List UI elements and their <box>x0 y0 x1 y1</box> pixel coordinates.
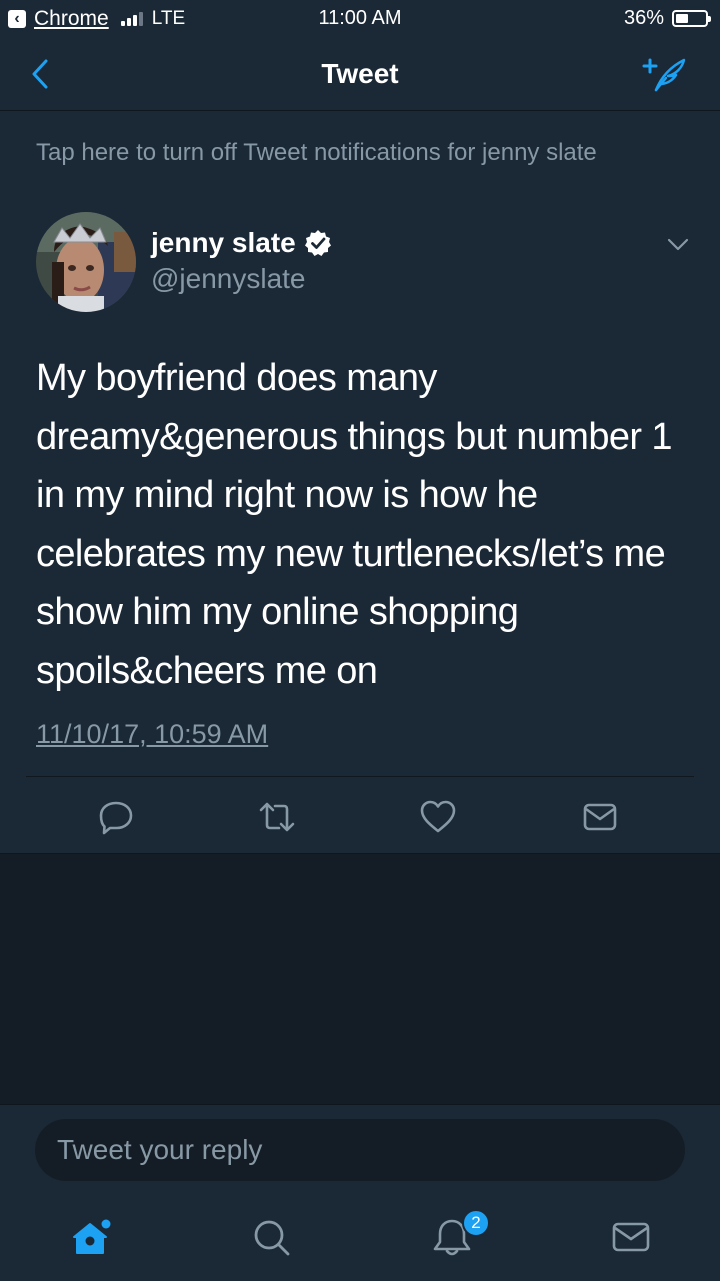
compose-tweet-button[interactable] <box>640 54 690 94</box>
mail-icon <box>583 803 617 831</box>
tweet-timestamp[interactable]: 11/10/17, 10:59 AM <box>36 719 268 750</box>
tab-home[interactable] <box>70 1215 114 1259</box>
share-via-message-button[interactable] <box>580 797 620 837</box>
heart-icon <box>420 800 456 833</box>
like-button[interactable] <box>418 797 458 837</box>
tab-search[interactable] <box>250 1215 294 1259</box>
verified-badge-icon <box>304 230 331 256</box>
tweet-options-button[interactable] <box>664 233 692 255</box>
divider <box>26 776 694 777</box>
bottom-bar: Tweet your reply 2 <box>0 1104 720 1281</box>
avatar[interactable] <box>36 212 136 312</box>
author-name-row[interactable]: jenny slate <box>151 227 332 259</box>
tweet-detail-card: Tap here to turn off Tweet notifications… <box>0 111 720 854</box>
status-bar: ‹ Chrome LTE 11:00 AM 36% <box>0 0 720 38</box>
reply-icon <box>99 801 133 835</box>
reply-button[interactable] <box>96 797 136 837</box>
retweet-icon <box>259 802 295 832</box>
avatar-image <box>36 212 136 312</box>
home-icon <box>73 1219 111 1254</box>
tab-messages[interactable] <box>610 1215 654 1259</box>
reply-input[interactable]: Tweet your reply <box>35 1119 685 1181</box>
mail-icon <box>612 1222 650 1252</box>
notification-toggle-banner[interactable]: Tap here to turn off Tweet notifications… <box>36 139 597 167</box>
notification-count-badge: 2 <box>462 1209 490 1237</box>
compose-tweet-icon <box>642 58 686 92</box>
author-name: jenny slate <box>151 227 296 258</box>
retweet-button[interactable] <box>257 797 297 837</box>
search-icon <box>254 1220 290 1256</box>
battery-indicator: 36% <box>623 7 711 30</box>
battery-icon <box>672 10 711 27</box>
battery-percent: 36% <box>623 7 664 29</box>
author-handle[interactable]: @jennyslate <box>151 263 306 295</box>
reply-placeholder: Tweet your reply <box>57 1134 263 1165</box>
page-title: Tweet <box>321 58 399 89</box>
navigation-bar: Tweet <box>0 38 720 111</box>
chevron-down-icon <box>667 238 689 251</box>
status-clock: 11:00 AM <box>318 7 402 29</box>
tweet-text: My boyfriend does many dreamy&generous t… <box>36 357 673 692</box>
